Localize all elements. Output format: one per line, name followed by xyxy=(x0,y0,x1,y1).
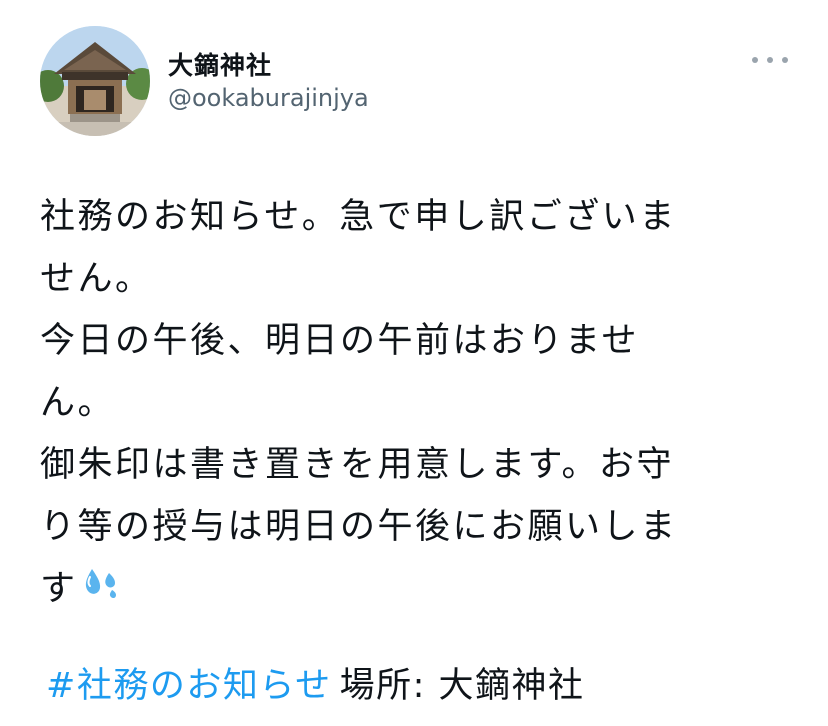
tweet-line: り等の授与は明日の午後にお願いしま xyxy=(40,507,678,547)
tweet-line: 御朱印は書き置きを用意します。お守 xyxy=(40,445,675,485)
dot xyxy=(752,57,758,63)
tweet-line: 社務のお知らせ。急で申し訳ございま xyxy=(40,197,677,237)
avatar[interactable] xyxy=(40,26,150,136)
tweet-line: せん。 xyxy=(40,259,153,299)
more-options-icon[interactable] xyxy=(752,50,788,70)
tweet-text: 社務のお知らせ。急で申し訳ございま せん。 今日の午後、明日の午前はおりませ ん… xyxy=(40,186,790,621)
sweat-droplets-icon xyxy=(82,559,122,621)
tweet-line: ん。 xyxy=(40,383,116,423)
tweet-line: 今日の午後、明日の午前はおりませ xyxy=(40,321,639,361)
location-tag[interactable]: 場所: 大鏑神社 xyxy=(340,666,585,706)
tweet-line: す xyxy=(40,569,78,609)
tweet-card: 大鏑神社 @ookaburajinjya 社務のお知らせ。急で申し訳ございま せ… xyxy=(0,0,828,726)
tweet-footer: #社務のお知らせ 場所: 大鏑神社 xyxy=(46,657,585,708)
tweet-line-last: す xyxy=(40,558,790,621)
dot xyxy=(767,57,773,63)
user-handle[interactable]: @ookaburajinjya xyxy=(168,84,369,112)
hashtag-link[interactable]: #社務のお知らせ xyxy=(46,666,332,706)
dot xyxy=(782,57,788,63)
display-name[interactable]: 大鏑神社 xyxy=(168,46,272,82)
